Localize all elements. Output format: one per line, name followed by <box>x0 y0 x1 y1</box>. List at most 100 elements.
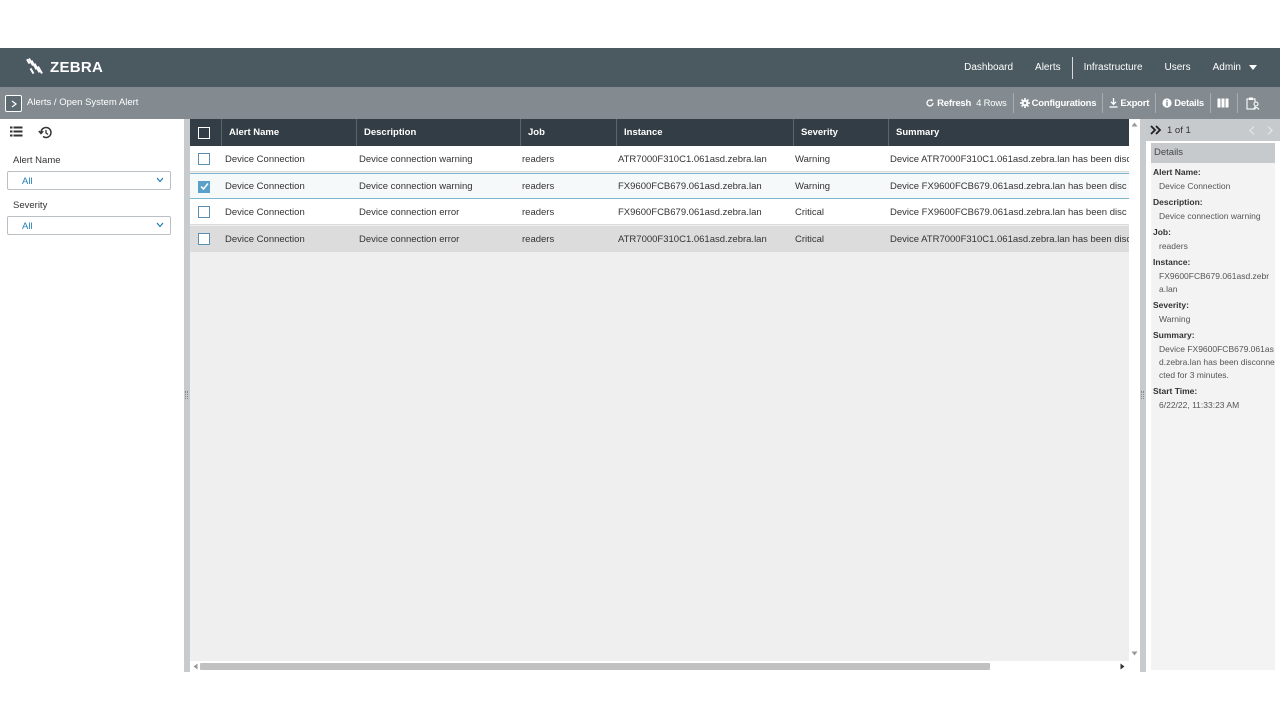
cell-alert-name: Device Connection <box>225 153 305 165</box>
details-button[interactable]: Details <box>1156 87 1210 119</box>
cell-severity: Warning <box>795 181 831 193</box>
cell-summary: Device ATR7000F310C1.061asd.zebra.lan ha… <box>890 233 1129 245</box>
cell-job: readers <box>522 233 555 245</box>
chevron-right-icon <box>11 100 17 107</box>
breadcrumb: Alerts / Open System Alert <box>27 97 139 108</box>
table-row[interactable]: Device Connection Device connection warni… <box>190 172 1129 199</box>
export-label: Export <box>1120 97 1150 109</box>
grid-horizontal-scrollbar[interactable] <box>190 661 1129 672</box>
details-body: Details Alert Name: Device Connection Desc… <box>1151 143 1275 670</box>
grid-vertical-scrollbar[interactable] <box>1129 119 1140 672</box>
cell-job: readers <box>522 181 555 193</box>
scroll-left-icon[interactable] <box>193 663 198 670</box>
cell-job: readers <box>522 206 555 218</box>
column-header-instance[interactable]: Instance <box>616 119 793 146</box>
cell-instance: FX9600FCB679.061asd.zebra.lan <box>618 181 762 193</box>
next-record-icon[interactable] <box>1267 125 1273 135</box>
caret-down-icon <box>1249 65 1257 70</box>
detail-label: Summary: <box>1153 330 1195 340</box>
zebra-logo-icon <box>26 58 43 75</box>
table-row[interactable]: Device Connection Device connection error… <box>190 199 1129 226</box>
previous-record-icon[interactable] <box>1248 125 1255 135</box>
nav-alerts[interactable]: Alerts <box>1024 48 1072 87</box>
chevron-down-icon <box>156 222 164 228</box>
toolbar-actions: Refresh 4 Rows Configurations Export Det… <box>919 87 1268 119</box>
detail-label: Start Time: <box>1153 386 1198 396</box>
filter-panel: Alert Name All Severity All <box>0 119 184 672</box>
acknowledge-button[interactable] <box>1238 87 1268 119</box>
scroll-down-icon[interactable] <box>1131 651 1138 656</box>
cell-description: Device connection warning <box>359 181 473 193</box>
detail-label: Severity: <box>1153 300 1189 310</box>
cell-instance: FX9600FCB679.061asd.zebra.lan <box>618 206 762 218</box>
alerts-grid: Alert Name Description Job Instance Seve… <box>190 119 1129 672</box>
filter-panel-icons <box>10 126 52 139</box>
row-checkbox[interactable] <box>198 180 210 193</box>
column-header-alert-name[interactable]: Alert Name <box>221 119 356 146</box>
cell-description: Device connection error <box>359 206 460 218</box>
cell-job: readers <box>522 153 555 165</box>
details-pager: 1 of 1 <box>1167 124 1191 136</box>
grid-header: Alert Name Description Job Instance Seve… <box>190 119 1129 146</box>
list-view-icon[interactable] <box>10 126 23 137</box>
nav-infrastructure[interactable]: Infrastructure <box>1073 48 1154 87</box>
refresh-icon <box>926 98 934 107</box>
download-icon <box>1109 98 1118 108</box>
detail-value: Warning <box>1159 314 1191 324</box>
cell-severity: Warning <box>795 153 831 165</box>
zebra-logo[interactable]: ZEBRA <box>26 57 103 77</box>
checkmark-icon <box>199 183 209 191</box>
row-checkbox[interactable] <box>198 153 210 165</box>
detail-value: readers <box>1159 241 1188 251</box>
column-header-job[interactable]: Job <box>520 119 616 146</box>
alert-name-filter-value: All <box>22 176 33 187</box>
history-icon[interactable] <box>38 126 52 139</box>
splitter-grip <box>1141 391 1144 399</box>
chevron-down-icon <box>156 177 164 183</box>
export-button[interactable]: Export <box>1103 87 1155 119</box>
severity-filter-value: All <box>22 221 33 232</box>
table-row[interactable]: Device Connection Device connection error… <box>190 226 1129 253</box>
nav-users[interactable]: Users <box>1154 48 1202 87</box>
configurations-button[interactable]: Configurations <box>1014 87 1103 119</box>
row-checkbox[interactable] <box>198 233 210 246</box>
horizontal-scroll-thumb[interactable] <box>200 663 990 670</box>
severity-filter-label: Severity <box>13 200 48 211</box>
brand-name: ZEBRA <box>50 58 104 76</box>
detail-value: FX9600FCB679.061asd.zebra.lan <box>1159 271 1270 294</box>
top-navigation: ZEBRA Dashboard Alerts Infrastructure Us… <box>0 48 1280 87</box>
cell-alert-name: Device Connection <box>225 206 305 218</box>
collapse-double-chevron-icon[interactable] <box>1150 125 1162 135</box>
cell-description: Device connection warning <box>359 153 473 165</box>
main-menu: Dashboard Alerts Infrastructure Users Ad… <box>953 48 1268 87</box>
severity-filter-select[interactable]: All <box>7 216 171 235</box>
column-header-severity[interactable]: Severity <box>793 119 888 146</box>
details-pager-bar: 1 of 1 <box>1146 119 1280 141</box>
cell-summary: Device FX9600FCB679.061asd.zebra.lan has… <box>890 181 1127 193</box>
alert-name-filter-label: Alert Name <box>13 155 61 166</box>
detail-value: Device FX9600FCB679.061asd.zebra.lan has… <box>1159 344 1275 380</box>
configurations-label: Configurations <box>1031 97 1097 109</box>
nav-dashboard[interactable]: Dashboard <box>953 48 1024 87</box>
column-header-description[interactable]: Description <box>356 119 520 146</box>
table-row[interactable]: Device Connection Device connection warni… <box>190 146 1129 172</box>
splitter-grip <box>185 391 188 399</box>
cell-severity: Critical <box>795 233 825 245</box>
row-checkbox[interactable] <box>198 206 210 219</box>
toggle-sidebar-button[interactable] <box>5 95 22 112</box>
details-title: Details <box>1151 143 1275 163</box>
user-menu[interactable]: Admin <box>1202 48 1268 87</box>
cell-summary: Device FX9600FCB679.061asd.zebra.lan has… <box>890 206 1127 218</box>
info-icon <box>1162 98 1172 108</box>
alert-name-filter-select[interactable]: All <box>7 171 171 190</box>
columns-button[interactable] <box>1211 87 1237 119</box>
refresh-button[interactable]: Refresh 4 Rows <box>919 87 1012 119</box>
app-frame: ZEBRA Dashboard Alerts Infrastructure Us… <box>0 48 1280 672</box>
clipboard-user-icon <box>1246 97 1260 110</box>
scroll-right-icon[interactable] <box>1120 663 1125 670</box>
detail-label: Description: <box>1153 197 1203 207</box>
select-all-checkbox[interactable] <box>198 127 210 139</box>
column-header-summary[interactable]: Summary <box>888 119 1129 146</box>
detail-value: 6/22/22, 11:33:23 AM <box>1159 400 1240 410</box>
scroll-up-icon[interactable] <box>1131 122 1138 127</box>
